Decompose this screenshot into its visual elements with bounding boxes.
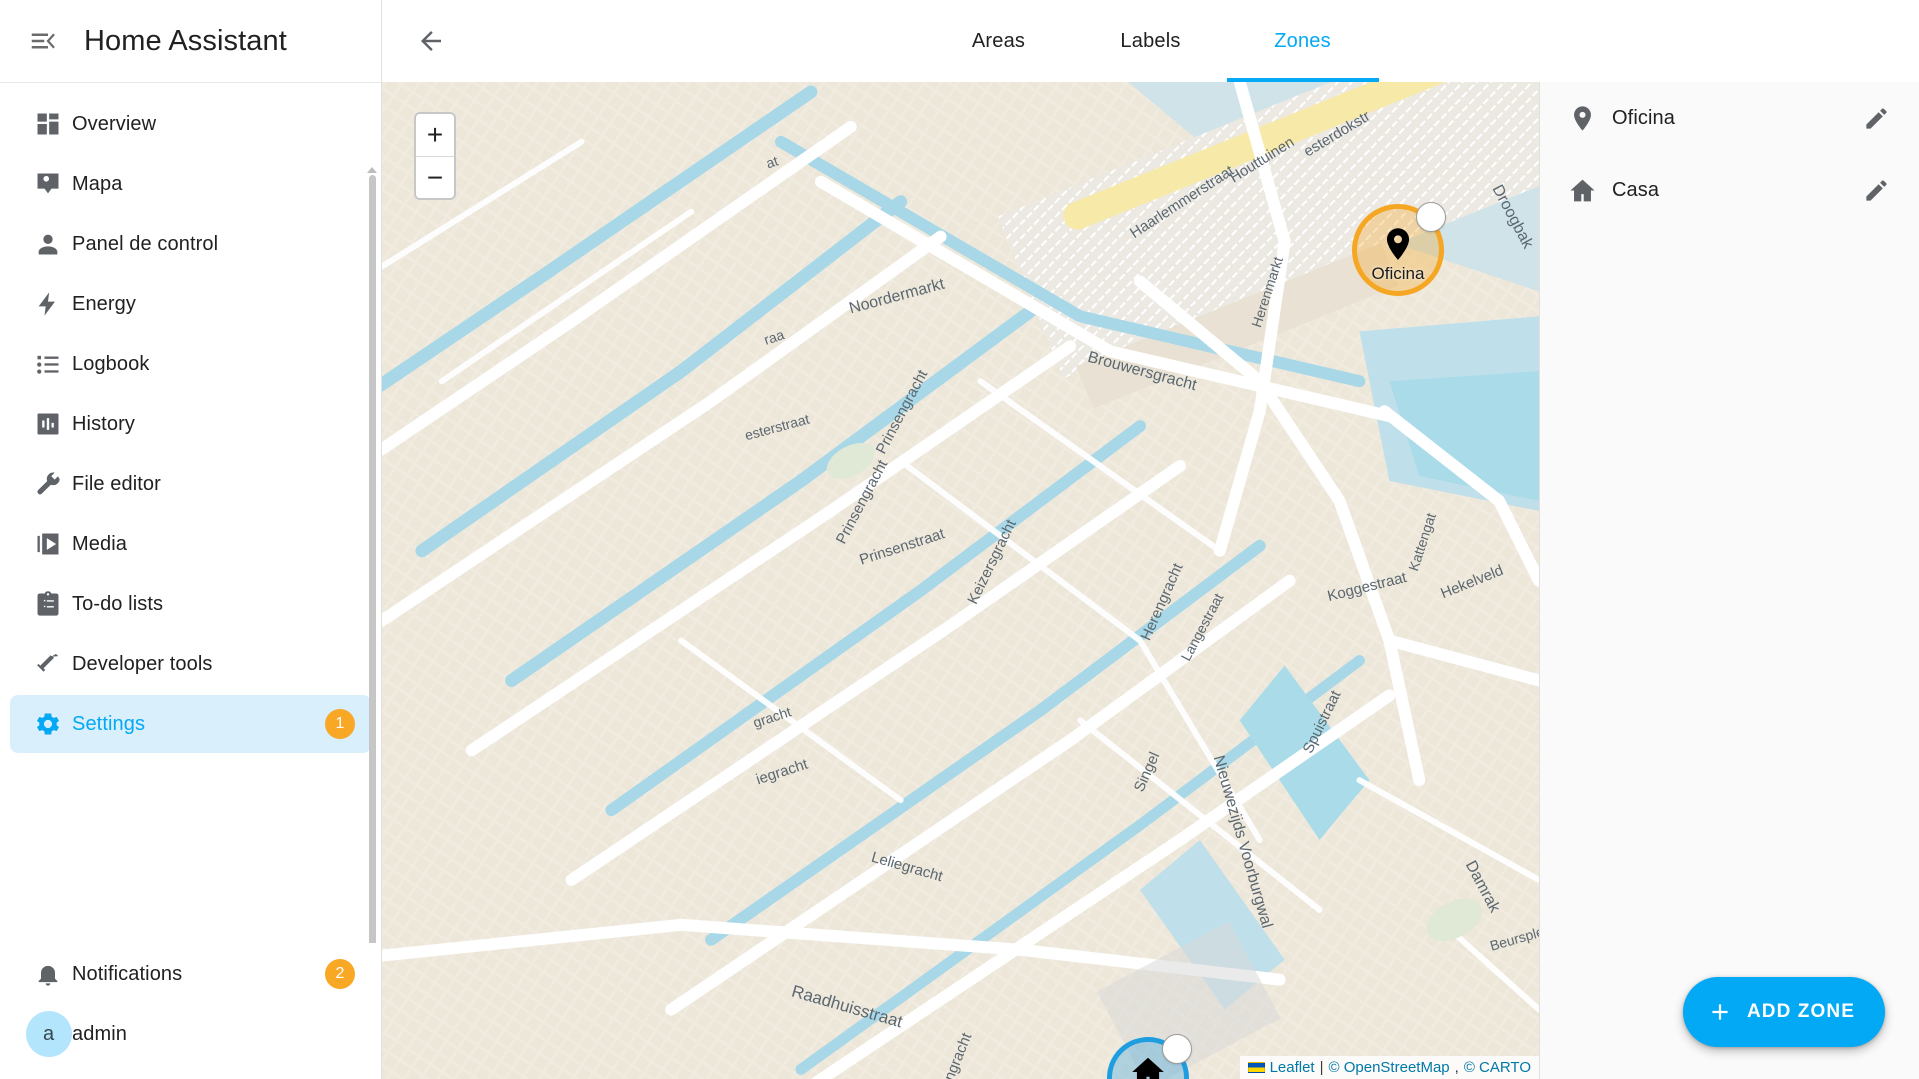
notifications-badge: 2 bbox=[325, 959, 355, 989]
menu-collapse-icon[interactable] bbox=[14, 12, 72, 70]
sidebar-item-media[interactable]: Media bbox=[10, 515, 371, 573]
map-marker-account-icon bbox=[24, 170, 72, 198]
sidebar-item-panel-de-control[interactable]: Panel de control bbox=[10, 215, 371, 273]
bell-icon bbox=[24, 960, 72, 988]
user-name-label: admin bbox=[72, 1023, 127, 1046]
sidebar-item-label: Settings bbox=[72, 713, 145, 736]
tab-zones[interactable]: Zones bbox=[1227, 0, 1379, 82]
sidebar-scroll-area[interactable]: Overview Mapa Panel de control Energy Logboo… bbox=[0, 83, 381, 943]
sidebar-item-label: History bbox=[72, 413, 135, 436]
add-zone-label: ADD ZONE bbox=[1747, 1001, 1855, 1023]
pencil-icon bbox=[1863, 177, 1890, 204]
sidebar: Home Assistant Overview Mapa Panel de cont… bbox=[0, 0, 382, 1079]
sidebar-item-label: Logbook bbox=[72, 353, 149, 376]
map-marker-icon bbox=[1379, 225, 1417, 268]
sidebar-item-user[interactable]: a admin bbox=[10, 1005, 371, 1063]
account-icon bbox=[24, 230, 72, 258]
sidebar-item-label: Notifications bbox=[72, 963, 182, 986]
home-icon bbox=[1560, 176, 1604, 205]
sidebar-item-notifications[interactable]: Notifications 2 bbox=[10, 945, 371, 1003]
sidebar-item-label: Energy bbox=[72, 293, 136, 316]
map-zone-oficina[interactable]: Oficina bbox=[1352, 204, 1444, 296]
sidebar-item-label: Developer tools bbox=[72, 653, 212, 676]
zone-map-label: Oficina bbox=[1372, 264, 1425, 284]
sidebar-item-label: Mapa bbox=[72, 173, 122, 196]
sidebar-item-history[interactable]: History bbox=[10, 395, 371, 453]
avatar: a bbox=[24, 1011, 72, 1057]
clipboard-list-icon bbox=[24, 590, 72, 618]
sidebar-item-label: Media bbox=[72, 533, 127, 556]
app-root: Home Assistant Overview Mapa Panel de cont… bbox=[0, 0, 1919, 1079]
map-zone-overlays: Oficina Casa bbox=[382, 82, 1539, 1079]
sidebar-item-label: To-do lists bbox=[72, 593, 163, 616]
plus-icon bbox=[1707, 999, 1733, 1025]
sidebar-bottom: Notifications 2 a admin bbox=[0, 943, 381, 1079]
zone-name-label: Oficina bbox=[1612, 107, 1851, 130]
map-zoom-control: + − bbox=[414, 112, 456, 200]
format-list-bulleted-icon bbox=[24, 350, 72, 378]
sidebar-header: Home Assistant bbox=[0, 0, 381, 82]
main-area: AreasLabelsZones bbox=[382, 0, 1919, 1079]
tab-bar: AreasLabelsZones bbox=[923, 0, 1379, 82]
avatar-initial: a bbox=[26, 1011, 72, 1057]
lightning-bolt-icon bbox=[24, 290, 72, 318]
ukraine-flag-icon bbox=[1248, 1062, 1265, 1073]
zone-resize-handle[interactable] bbox=[1416, 202, 1446, 232]
arrow-left-icon[interactable] bbox=[402, 12, 460, 70]
attrib-sep-2: , bbox=[1455, 1059, 1459, 1076]
sidebar-item-file-editor[interactable]: File editor bbox=[10, 455, 371, 513]
zone-list-item[interactable]: Oficina bbox=[1540, 82, 1919, 154]
wrench-icon bbox=[24, 470, 72, 498]
view-dashboard-icon bbox=[24, 110, 72, 138]
sidebar-item-mapa[interactable]: Mapa bbox=[10, 155, 371, 213]
sidebar-item-label: File editor bbox=[72, 473, 161, 496]
add-zone-button[interactable]: ADD ZONE bbox=[1683, 977, 1885, 1047]
sidebar-item-settings[interactable]: Settings 1 bbox=[10, 695, 371, 753]
zone-name-label: Casa bbox=[1612, 179, 1851, 202]
zones-list-panel: Oficina Casa ADD ZONE bbox=[1539, 82, 1919, 1079]
edit-zone-button[interactable] bbox=[1851, 165, 1901, 215]
zone-map[interactable]: HouttuinenesterdokstrHaarlemmerstraatDro… bbox=[382, 82, 1539, 1079]
sidebar-item-to-do-lists[interactable]: To-do lists bbox=[10, 575, 371, 633]
zoom-in-button[interactable]: + bbox=[416, 114, 454, 156]
zoom-out-button[interactable]: − bbox=[416, 156, 454, 198]
tab-areas[interactable]: Areas bbox=[923, 0, 1075, 82]
carto-link[interactable]: © CARTO bbox=[1464, 1059, 1531, 1076]
top-bar: AreasLabelsZones bbox=[382, 0, 1919, 82]
hammer-icon bbox=[24, 650, 72, 678]
sidebar-item-badge: 1 bbox=[325, 709, 355, 739]
map-zone-casa[interactable]: Casa bbox=[1107, 1037, 1189, 1079]
zone-resize-handle[interactable] bbox=[1162, 1034, 1192, 1064]
zone-list-item[interactable]: Casa bbox=[1540, 154, 1919, 226]
sidebar-scroll-up-arrow[interactable] bbox=[367, 167, 377, 173]
sidebar-item-energy[interactable]: Energy bbox=[10, 275, 371, 333]
sidebar-item-overview[interactable]: Overview bbox=[10, 95, 371, 153]
sidebar-item-label: Panel de control bbox=[72, 233, 218, 256]
tab-labels[interactable]: Labels bbox=[1075, 0, 1227, 82]
sidebar-item-label: Overview bbox=[72, 113, 156, 136]
openstreetmap-link[interactable]: © OpenStreetMap bbox=[1329, 1059, 1450, 1076]
cog-icon bbox=[24, 710, 72, 738]
sidebar-item-developer-tools[interactable]: Developer tools bbox=[10, 635, 371, 693]
attrib-sep-1: | bbox=[1320, 1059, 1324, 1076]
app-title: Home Assistant bbox=[84, 25, 287, 58]
chart-box-icon bbox=[24, 410, 72, 438]
play-box-multiple-icon bbox=[24, 530, 72, 558]
sidebar-item-logbook[interactable]: Logbook bbox=[10, 335, 371, 393]
home-icon bbox=[1129, 1053, 1167, 1079]
map-marker-icon bbox=[1560, 104, 1604, 133]
leaflet-link[interactable]: Leaflet bbox=[1270, 1059, 1315, 1076]
pencil-icon bbox=[1863, 105, 1890, 132]
edit-zone-button[interactable] bbox=[1851, 93, 1901, 143]
map-attribution: Leaflet | © OpenStreetMap , © CARTO bbox=[1240, 1056, 1539, 1079]
content-area: HouttuinenesterdokstrHaarlemmerstraatDro… bbox=[382, 82, 1919, 1079]
